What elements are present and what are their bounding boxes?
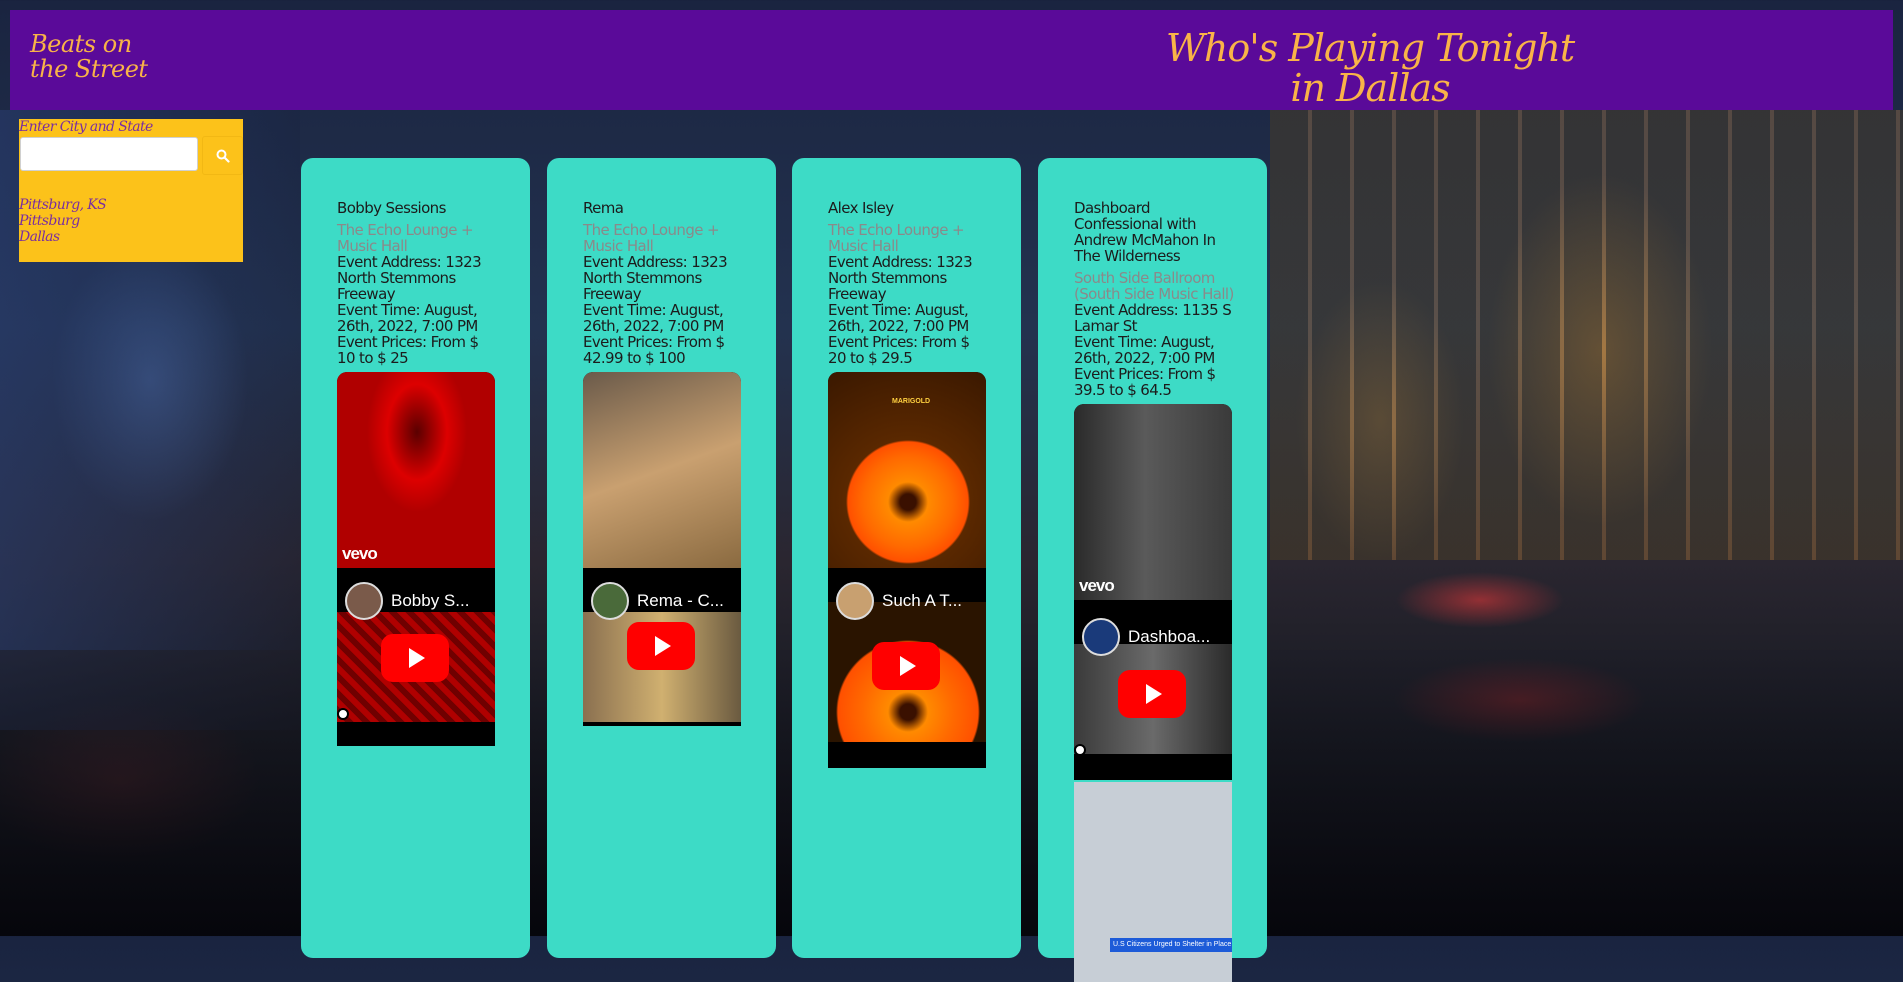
vevo-logo: vevo [1079, 576, 1115, 595]
event-address: Event Address: 1323 North Stemmons Freew… [828, 253, 973, 303]
youtube-embed[interactable]: vevo Dashboa... [1074, 404, 1232, 780]
video-title-row: Dashboa... [1082, 618, 1210, 656]
event-address: Event Address: 1135 S Lamar St [1074, 301, 1232, 335]
channel-avatar [1082, 618, 1120, 656]
video-thumbnail [1074, 404, 1232, 600]
play-button[interactable] [872, 642, 940, 690]
history-item[interactable]: Pittsburg, KS [19, 197, 107, 213]
video-title-row: Such A T... [836, 582, 962, 620]
history-item[interactable]: Pittsburg [19, 213, 106, 229]
video-thumbnail [583, 372, 741, 568]
video-title[interactable]: Such A T... [882, 591, 962, 611]
play-icon [1146, 684, 1162, 704]
channel-avatar [836, 582, 874, 620]
info-icon[interactable] [337, 708, 349, 720]
event-card: Alex Isley The Echo Lounge + Music Hall … [792, 158, 1021, 958]
play-button[interactable] [381, 634, 449, 682]
search-button[interactable] [202, 136, 243, 175]
video-title[interactable]: Rema - C... [637, 591, 724, 611]
search-label: Enter City and State [19, 119, 153, 135]
site-header: Beats on the Street Who's Playing Tonigh… [10, 10, 1893, 110]
site-logo[interactable]: Beats on the Street [30, 32, 160, 82]
info-icon[interactable] [1074, 744, 1086, 756]
event-prices: Event Prices: From $ 42.99 to $ 100 [583, 333, 725, 367]
city-search-input[interactable] [20, 137, 198, 171]
news-video-thumbnail[interactable]: U.S Citizens Urged to Shelter in Place [1074, 782, 1232, 982]
event-prices: Event Prices: From $ 10 to $ 25 [337, 333, 479, 367]
news-caption: U.S Citizens Urged to Shelter in Place [1110, 938, 1232, 952]
event-card: Dashboard Confessional with Andrew McMah… [1038, 158, 1267, 982]
youtube-embed[interactable]: vevo Bobby S... [337, 372, 495, 746]
venue-name: The Echo Lounge + Music Hall [337, 221, 474, 255]
background-building-right [1270, 110, 1903, 560]
album-label: MARIGOLD [892, 398, 931, 405]
youtube-embed[interactable]: MARIGOLD Such A T... [828, 372, 986, 768]
artist-name: Rema [583, 199, 624, 217]
event-card: Bobby Sessions The Echo Lounge + Music H… [301, 158, 530, 958]
video-thumbnail [337, 372, 495, 568]
event-time: Event Time: August, 26th, 2022, 7:00 PM [337, 301, 478, 335]
venue-name: South Side Ballroom (South Side Music Ha… [1074, 269, 1234, 303]
event-card: Rema The Echo Lounge + Music Hall Event … [547, 158, 776, 958]
play-icon [409, 648, 425, 668]
vevo-logo: vevo [342, 544, 378, 563]
channel-avatar [345, 582, 383, 620]
event-address: Event Address: 1323 North Stemmons Freew… [583, 253, 728, 303]
video-title-row: Bobby S... [345, 582, 469, 620]
event-time: Event Time: August, 26th, 2022, 7:00 PM [583, 301, 724, 335]
artist-name: Alex Isley [828, 199, 894, 217]
search-icon [216, 149, 230, 163]
search-panel: Enter City and State Pittsburg, KS Pitts… [19, 119, 243, 262]
video-title[interactable]: Dashboa... [1128, 627, 1210, 647]
search-history: Pittsburg, KS Pittsburg Dallas [19, 197, 107, 245]
event-time: Event Time: August, 26th, 2022, 7:00 PM [1074, 333, 1215, 367]
play-icon [900, 656, 916, 676]
video-title-row: Rema - C... [591, 582, 724, 620]
channel-avatar [591, 582, 629, 620]
event-address: Event Address: 1323 North Stemmons Freew… [337, 253, 482, 303]
artist-name: Bobby Sessions [337, 199, 446, 217]
video-title[interactable]: Bobby S... [391, 591, 469, 611]
event-prices: Event Prices: From $ 39.5 to $ 64.5 [1074, 365, 1216, 399]
history-item[interactable]: Dallas [19, 229, 106, 245]
play-button[interactable] [627, 622, 695, 670]
event-prices: Event Prices: From $ 20 to $ 29.5 [828, 333, 970, 367]
play-icon [655, 636, 671, 656]
youtube-embed[interactable]: Rema - C... [583, 372, 741, 726]
event-time: Event Time: August, 26th, 2022, 7:00 PM [828, 301, 969, 335]
venue-name: The Echo Lounge + Music Hall [828, 221, 965, 255]
play-button[interactable] [1118, 670, 1186, 718]
page-title: Who's Playing Tonight in Dallas [1165, 26, 1575, 110]
venue-name: The Echo Lounge + Music Hall [583, 221, 720, 255]
artist-name: Dashboard Confessional with Andrew McMah… [1074, 199, 1216, 265]
